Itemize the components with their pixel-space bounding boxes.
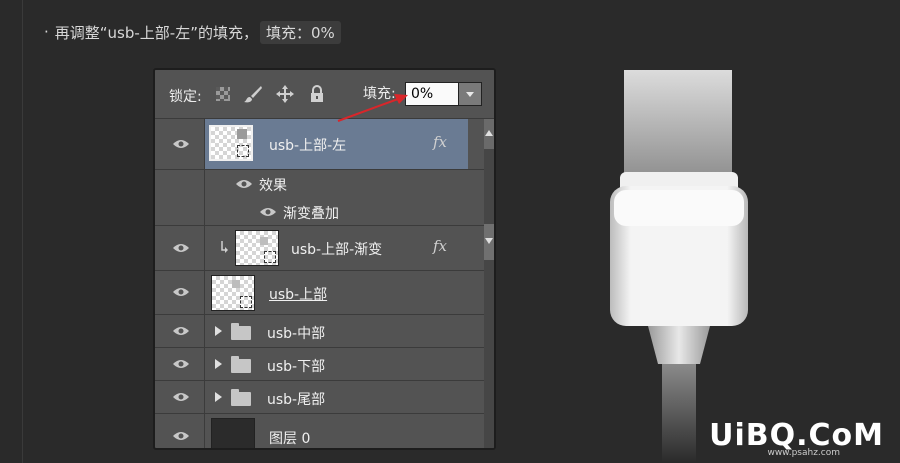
group-name: usb-中部 — [267, 326, 326, 342]
effects-label: 效果 — [259, 178, 287, 194]
eye-column — [155, 226, 205, 270]
layer-name: usb-上部-渐变 — [291, 242, 383, 258]
eye-icon[interactable] — [172, 242, 190, 254]
eye-icon[interactable] — [172, 286, 190, 298]
eye-icon[interactable] — [172, 138, 190, 150]
eye-column — [155, 170, 205, 198]
move-icon[interactable] — [275, 84, 295, 104]
scrollbar-up-button[interactable] — [484, 119, 494, 149]
gradient-overlay-row[interactable]: 渐变叠加 — [155, 198, 484, 226]
instruction-text: · 再调整“usb-上部-左”的填充， 填充：0% — [44, 20, 341, 44]
layer-name: usb-上部 — [269, 287, 328, 303]
layer-row-layer-0[interactable]: 图层 0 — [155, 414, 484, 448]
group-row-usb-middle[interactable]: usb-中部 — [155, 315, 484, 348]
eye-column — [155, 348, 205, 380]
eye-column — [155, 119, 205, 169]
layer-name: usb-上部-左 — [269, 138, 347, 154]
group-row-usb-tail[interactable]: usb-尾部 — [155, 381, 484, 414]
layer-thumbnail — [209, 125, 253, 161]
eye-column — [155, 414, 205, 448]
group-name: usb-尾部 — [267, 392, 326, 408]
eye-icon[interactable] — [259, 206, 277, 218]
lock-transparent-pixels-icon[interactable] — [213, 84, 233, 104]
scrollbar-thumb[interactable] — [484, 224, 494, 260]
eye-icon[interactable] — [172, 430, 190, 442]
eye-column — [155, 271, 205, 314]
lock-icon[interactable] — [307, 84, 327, 104]
clipping-mask-icon — [221, 241, 228, 253]
layer-row-usb-top-left[interactable]: usb-上部-左 fx — [155, 119, 484, 170]
lock-bar: 锁定: 填充: 0% — [155, 70, 494, 119]
watermark-url: www.psahz.com — [767, 448, 840, 458]
chevron-down-icon — [485, 238, 493, 244]
expand-triangle-icon[interactable] — [215, 392, 222, 402]
instruction-main: 再调整“usb-上部-左”的填充， — [54, 23, 258, 42]
fill-input[interactable]: 0% — [405, 82, 463, 106]
layer-row-usb-top-gradient[interactable]: usb-上部-渐变 fx — [155, 226, 484, 271]
expand-triangle-icon[interactable] — [215, 326, 222, 336]
layer-thumbnail — [211, 418, 255, 448]
fill-dropdown-button[interactable] — [458, 82, 482, 106]
folder-icon — [231, 323, 251, 340]
group-row-usb-bottom[interactable]: usb-下部 — [155, 348, 484, 381]
layer-row-usb-top[interactable]: usb-上部 — [155, 271, 484, 315]
group-name: usb-下部 — [267, 359, 326, 375]
effects-row[interactable]: 效果 — [155, 170, 484, 198]
eye-column — [155, 198, 205, 225]
eye-icon[interactable] — [172, 358, 190, 370]
lock-label: 锁定: — [169, 89, 202, 105]
left-rule — [22, 0, 23, 463]
layer-name: 图层 0 — [269, 431, 311, 447]
eye-icon[interactable] — [172, 325, 190, 337]
layer-thumbnail — [211, 275, 255, 311]
instruction-highlight: 填充：0% — [260, 20, 341, 44]
fx-icon[interactable]: fx — [433, 237, 447, 255]
expand-triangle-icon[interactable] — [215, 359, 222, 369]
eye-column — [155, 381, 205, 413]
brush-icon[interactable] — [243, 84, 263, 104]
chevron-up-icon — [485, 130, 493, 136]
folder-icon — [231, 356, 251, 373]
scrollbar-track[interactable] — [484, 119, 494, 448]
bullet: · — [44, 23, 49, 41]
usb-illustration — [610, 70, 748, 463]
eye-icon[interactable] — [172, 391, 190, 403]
eye-icon[interactable] — [235, 178, 253, 190]
fx-icon[interactable]: fx — [433, 133, 447, 151]
fill-label: 填充: — [363, 86, 396, 102]
folder-icon — [231, 389, 251, 406]
gradient-overlay-label: 渐变叠加 — [283, 206, 339, 222]
eye-column — [155, 315, 205, 347]
layers-panel: 锁定: 填充: 0% usb-上部-左 fx 效果 渐变叠加 usb-上部-渐变… — [153, 68, 496, 450]
layer-thumbnail — [235, 230, 279, 266]
